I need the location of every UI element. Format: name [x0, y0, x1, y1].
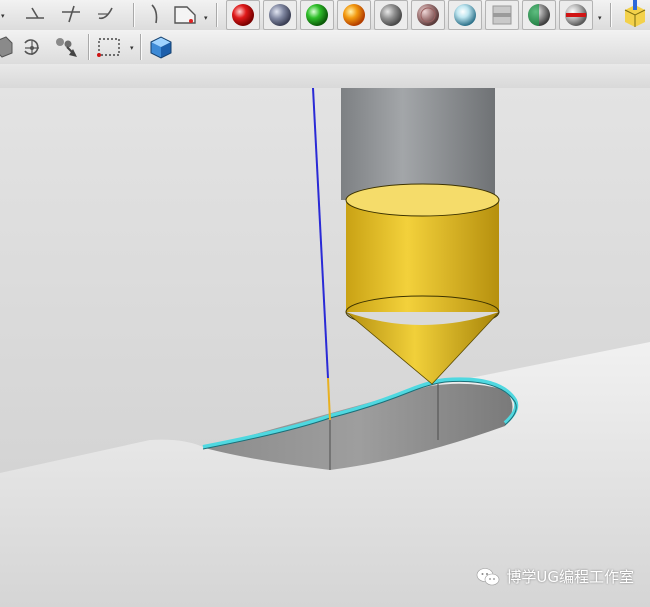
chrome-sphere-icon[interactable]	[448, 0, 482, 30]
red-sphere-icon[interactable]	[226, 0, 260, 30]
arc-curve-icon[interactable]	[94, 2, 120, 26]
cad-scene	[0, 88, 650, 607]
secondary-toolbar: ▾	[0, 30, 650, 65]
orange-sphere-icon[interactable]	[337, 0, 371, 30]
watermark-text: 博学UG编程工作室	[506, 568, 634, 586]
tool-holder	[341, 88, 495, 200]
sketch-curve-icon[interactable]	[146, 2, 170, 26]
gray-sphere-icon[interactable]	[374, 0, 408, 30]
gray-blue-sphere-icon[interactable]	[263, 0, 297, 30]
rose-sphere-icon[interactable]	[411, 0, 445, 30]
ribbon-strip	[0, 64, 650, 89]
rotate-snap-icon[interactable]	[18, 34, 46, 60]
chevron-down-icon[interactable]: ▾	[598, 14, 602, 22]
chevron-down-icon[interactable]: ▾	[204, 14, 208, 22]
selection-box-icon[interactable]	[94, 35, 126, 59]
edge-sphere-icon[interactable]	[559, 0, 593, 30]
cutter-top-face	[345, 183, 500, 217]
move-handle-icon[interactable]	[52, 34, 82, 60]
sketch-plane-icon[interactable]	[170, 2, 200, 26]
partial-solid-icon[interactable]	[0, 34, 14, 60]
graphics-viewport[interactable]: 博学UG编程工作室	[0, 88, 650, 607]
green-sphere-icon[interactable]	[300, 0, 334, 30]
chevron-down-icon[interactable]: ▾	[1, 12, 5, 20]
color-cube-icon[interactable]	[618, 0, 650, 28]
top-toolbar: ▾ ▾ ▾	[0, 0, 650, 31]
watermark: 博学UG编程工作室	[476, 566, 634, 587]
chevron-down-icon[interactable]: ▾	[130, 44, 134, 52]
section-cut-icon[interactable]	[485, 0, 519, 30]
line-icon[interactable]	[22, 2, 48, 26]
wechat-icon	[477, 567, 500, 585]
cutter-body	[346, 200, 499, 312]
tangent-line-icon[interactable]	[58, 2, 84, 26]
shaded-cube-icon[interactable]	[146, 33, 176, 61]
split-sphere-icon[interactable]	[522, 0, 556, 30]
